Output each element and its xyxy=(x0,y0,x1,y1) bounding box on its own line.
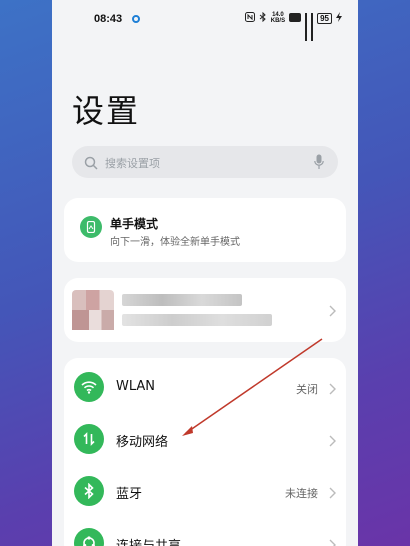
settings-item-connection-sharing[interactable]: 连接与共享 xyxy=(64,516,346,546)
notification-dot-icon xyxy=(132,15,140,23)
chevron-right-icon xyxy=(328,302,336,321)
mobile-data-icon xyxy=(74,424,104,454)
chevron-right-icon xyxy=(328,380,336,399)
status-time: 08:43 xyxy=(94,13,123,25)
wifi-icon xyxy=(74,372,104,402)
settings-item-wlan[interactable]: WLAN 关闭 xyxy=(64,360,346,412)
battery-level: 95 xyxy=(317,12,332,24)
settings-item-mobile-network[interactable]: 移动网络 xyxy=(64,412,346,464)
phone-screen: 08:43 14.0 KB/S 95 设置 搜索设置项 单手模式 向下一滑，体验… xyxy=(52,0,358,546)
net-speed: 14.0 KB/S xyxy=(271,12,285,24)
status-icons: 14.0 KB/S 95 xyxy=(244,11,342,41)
status-bar: 08:43 14.0 KB/S 95 xyxy=(52,10,358,41)
signal-icon xyxy=(305,13,308,41)
avatar xyxy=(72,290,114,330)
share-icon xyxy=(74,528,104,546)
chevron-right-icon xyxy=(328,432,336,451)
chevron-right-icon xyxy=(328,536,336,546)
bluetooth-icon xyxy=(74,476,104,506)
settings-item-label: 移动网络 xyxy=(116,435,169,450)
one-hand-mode-card[interactable]: 单手模式 向下一滑，体验全新单手模式 xyxy=(64,198,346,262)
one-hand-title: 单手模式 xyxy=(110,217,159,231)
search-input[interactable]: 搜索设置项 xyxy=(72,146,338,178)
search-placeholder: 搜索设置项 xyxy=(105,157,160,170)
one-hand-subtitle: 向下一滑，体验全新单手模式 xyxy=(110,237,240,248)
settings-list: WLAN 关闭 移动网络 蓝牙 未连接 xyxy=(64,358,346,546)
account-name-redacted xyxy=(122,294,242,306)
one-hand-icon xyxy=(80,216,102,238)
page-title: 设置 xyxy=(72,92,141,130)
settings-item-label: 连接与共享 xyxy=(116,535,181,546)
account-card[interactable] xyxy=(64,278,346,342)
settings-item-value: 关闭 xyxy=(296,383,318,396)
net-speed-unit: KB/S xyxy=(270,18,286,24)
search-icon xyxy=(84,155,98,174)
signal-icon-2 xyxy=(311,13,314,41)
chevron-right-icon xyxy=(328,484,336,503)
bluetooth-status-icon xyxy=(259,11,267,24)
microphone-icon[interactable] xyxy=(314,154,324,174)
settings-item-label: WLAN xyxy=(116,379,156,394)
settings-item-bluetooth[interactable]: 蓝牙 未连接 xyxy=(64,464,346,516)
account-info-redacted xyxy=(122,314,272,326)
nfc-icon xyxy=(244,12,255,24)
charging-icon xyxy=(336,12,342,24)
settings-item-value: 未连接 xyxy=(285,487,318,500)
hd-icon xyxy=(289,12,302,24)
settings-item-label: 蓝牙 xyxy=(116,487,143,502)
